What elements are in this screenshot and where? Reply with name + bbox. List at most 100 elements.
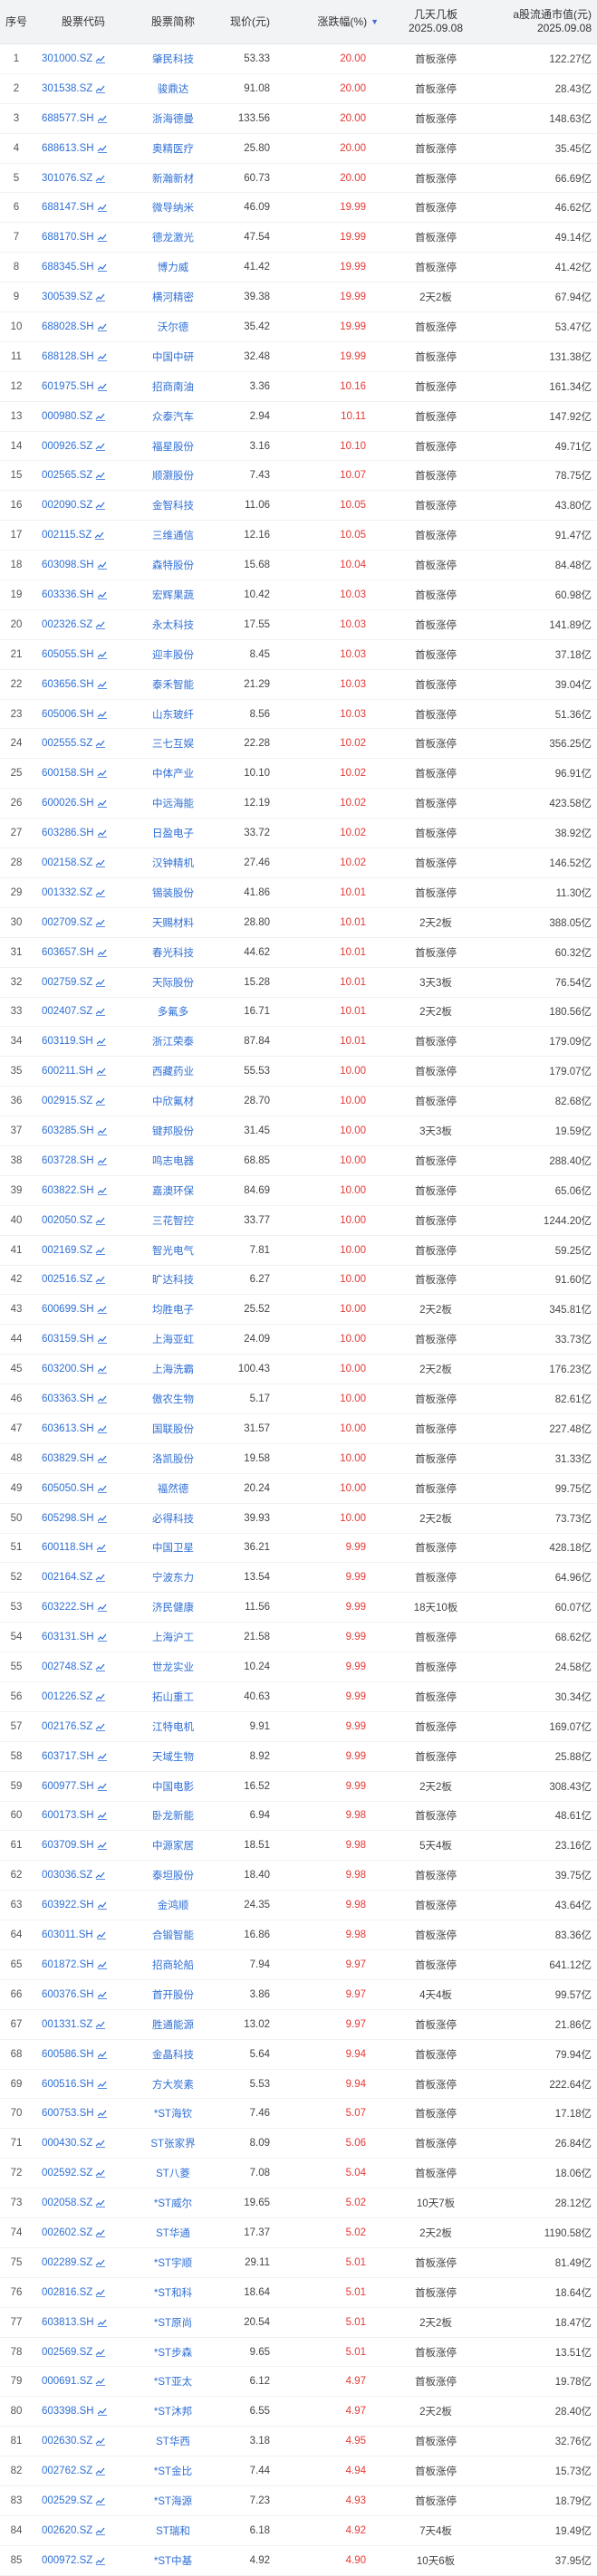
stock-code-link[interactable]: 603398.SH: [42, 2406, 94, 2417]
table-row[interactable]: 29 001332.SZ 锡装股份 41.86 10.01 首板涨停 11.30亿: [0, 878, 597, 908]
trend-chart-icon[interactable]: [97, 1514, 108, 1523]
trend-chart-icon[interactable]: [95, 1573, 106, 1583]
trend-chart-icon[interactable]: [95, 858, 106, 867]
table-row[interactable]: 81 002630.SZ ST华西 3.18 4.95 首板涨停 32.76亿: [0, 2427, 597, 2457]
stock-name-link[interactable]: 森特股份: [134, 558, 212, 572]
stock-name-link[interactable]: *ST步森: [134, 2345, 212, 2360]
stock-name-link[interactable]: *ST沐邦: [134, 2404, 212, 2418]
stock-code-cell[interactable]: 001226.SZ: [33, 1691, 134, 1702]
stock-name-link[interactable]: 顺灏股份: [134, 468, 212, 483]
table-row[interactable]: 4 688613.SH 奥精医疗 25.80 20.00 首板涨停 35.45亿: [0, 134, 597, 164]
stock-name-link[interactable]: 浙江荣泰: [134, 1034, 212, 1049]
stock-name-link[interactable]: *ST中基: [134, 2553, 212, 2568]
stock-code-link[interactable]: 603922.SH: [42, 1900, 94, 1910]
stock-name-link[interactable]: 上海沪工: [134, 1630, 212, 1644]
trend-chart-icon[interactable]: [97, 263, 108, 273]
stock-code-cell[interactable]: 002565.SZ: [33, 470, 134, 481]
trend-chart-icon[interactable]: [95, 1216, 106, 1225]
table-row[interactable]: 66 600376.SH 首开股份 3.86 9.97 4天4板 99.57亿: [0, 1980, 597, 2010]
stock-code-link[interactable]: 002915.SZ: [42, 1096, 92, 1106]
stock-code-cell[interactable]: 601872.SH: [33, 1959, 134, 1970]
stock-code-link[interactable]: 002115.SZ: [42, 530, 91, 541]
stock-code-link[interactable]: 000430.SZ: [42, 2138, 92, 2149]
stock-code-cell[interactable]: 002090.SZ: [33, 500, 134, 511]
stock-code-cell[interactable]: 603119.SH: [33, 1036, 134, 1047]
table-row[interactable]: 79 000691.SZ *ST亚太 6.12 4.97 首板涨停 19.78亿: [0, 2367, 597, 2398]
stock-name-link[interactable]: 金晶科技: [134, 2047, 212, 2062]
table-row[interactable]: 15 002565.SZ 顺灏股份 7.43 10.07 首板涨停 78.75亿: [0, 461, 597, 492]
stock-code-link[interactable]: 603709.SH: [42, 1840, 94, 1851]
table-row[interactable]: 59 600977.SH 中国电影 16.52 9.99 2天2板 308.43亿: [0, 1772, 597, 1802]
stock-code-link[interactable]: 603657.SH: [42, 947, 94, 958]
trend-chart-icon[interactable]: [95, 620, 106, 629]
stock-code-cell[interactable]: 301076.SZ: [33, 173, 134, 184]
stock-name-link[interactable]: 中源家居: [134, 1838, 212, 1853]
stock-code-cell[interactable]: 600977.SH: [33, 1781, 134, 1792]
stock-code-cell[interactable]: 002169.SZ: [33, 1245, 134, 1256]
trend-chart-icon[interactable]: [97, 590, 108, 599]
header-change[interactable]: 涨跌幅(%) ▼: [277, 0, 386, 43]
stock-code-link[interactable]: 002762.SZ: [42, 2466, 92, 2476]
stock-name-link[interactable]: 洛凯股份: [134, 1451, 212, 1466]
stock-code-cell[interactable]: 688028.SH: [33, 321, 134, 332]
stock-code-cell[interactable]: 300539.SZ: [33, 292, 134, 302]
stock-name-link[interactable]: 宁波东力: [134, 1570, 212, 1585]
trend-chart-icon[interactable]: [97, 144, 108, 153]
stock-code-cell[interactable]: 688345.SH: [33, 262, 134, 273]
stock-code-link[interactable]: 603098.SH: [42, 560, 94, 570]
trend-chart-icon[interactable]: [95, 501, 106, 511]
table-row[interactable]: 10 688028.SH 沃尔德 35.42 19.99 首板涨停 53.47亿: [0, 312, 597, 342]
table-row[interactable]: 22 603656.SH 泰禾智能 21.29 10.03 首板涨停 39.04亿: [0, 670, 597, 700]
stock-name-link[interactable]: 招商轮船: [134, 1958, 212, 1972]
table-row[interactable]: 25 600158.SH 中体产业 10.10 10.02 首板涨停 96.91亿: [0, 759, 597, 790]
header-mcap[interactable]: a股流通市值(元) 2025.09.08: [486, 0, 597, 43]
stock-code-cell[interactable]: 002816.SZ: [33, 2287, 134, 2298]
stock-code-cell[interactable]: 600516.SH: [33, 2079, 134, 2090]
stock-code-link[interactable]: 600211.SH: [42, 1066, 93, 1077]
stock-code-cell[interactable]: 000691.SZ: [33, 2376, 134, 2387]
stock-code-link[interactable]: 688170.SH: [42, 232, 94, 243]
stock-code-cell[interactable]: 000430.SZ: [33, 2138, 134, 2149]
trend-chart-icon[interactable]: [95, 918, 106, 927]
trend-chart-icon[interactable]: [96, 1543, 107, 1553]
stock-name-link[interactable]: 三七互娱: [134, 736, 212, 751]
stock-code-link[interactable]: 002748.SZ: [42, 1661, 92, 1672]
stock-name-link[interactable]: ST八菱: [134, 2166, 212, 2180]
stock-name-link[interactable]: 日盈电子: [134, 826, 212, 840]
stock-code-cell[interactable]: 002058.SZ: [33, 2198, 134, 2208]
table-row[interactable]: 50 605298.SH 必得科技 39.93 10.00 2天2板 73.73亿: [0, 1504, 597, 1534]
table-row[interactable]: 73 002058.SZ *ST威尔 19.65 5.02 10天7板 28.12亿: [0, 2188, 597, 2219]
trend-chart-icon[interactable]: [97, 560, 108, 570]
stock-code-cell[interactable]: 600026.SH: [33, 798, 134, 809]
trend-chart-icon[interactable]: [97, 1394, 108, 1403]
stock-code-cell[interactable]: 002762.SZ: [33, 2466, 134, 2476]
stock-name-link[interactable]: 泰禾智能: [134, 677, 212, 692]
trend-chart-icon[interactable]: [97, 382, 108, 391]
trend-chart-icon[interactable]: [97, 2318, 108, 2327]
stock-name-link[interactable]: 中欣氟材: [134, 1094, 212, 1108]
stock-code-cell[interactable]: 600753.SH: [33, 2108, 134, 2119]
stock-code-cell[interactable]: 603131.SH: [33, 1632, 134, 1642]
table-row[interactable]: 84 002620.SZ ST瑞和 6.18 4.92 7天4板 19.49亿: [0, 2516, 597, 2546]
trend-chart-icon[interactable]: [97, 322, 108, 331]
stock-code-cell[interactable]: 002748.SZ: [33, 1661, 134, 1672]
stock-code-link[interactable]: 002529.SZ: [42, 2495, 92, 2506]
stock-code-cell[interactable]: 002630.SZ: [33, 2436, 134, 2447]
trend-chart-icon[interactable]: [97, 1752, 108, 1761]
stock-code-link[interactable]: 002326.SZ: [42, 619, 92, 630]
trend-chart-icon[interactable]: [97, 948, 108, 957]
stock-code-link[interactable]: 600977.SH: [42, 1781, 94, 1792]
trend-chart-icon[interactable]: [95, 2139, 106, 2149]
table-row[interactable]: 48 603829.SH 洛凯股份 19.58 10.00 首板涨停 31.33亿: [0, 1444, 597, 1474]
table-row[interactable]: 61 603709.SH 中源家居 18.51 9.98 5天4板 23.16亿: [0, 1831, 597, 1862]
stock-name-link[interactable]: 卧龙新能: [134, 1808, 212, 1823]
stock-code-cell[interactable]: 605006.SH: [33, 709, 134, 720]
stock-name-link[interactable]: 春光科技: [134, 945, 212, 960]
stock-code-cell[interactable]: 603286.SH: [33, 828, 134, 838]
stock-name-link[interactable]: ST张家界: [134, 2136, 212, 2150]
stock-name-link[interactable]: 首开股份: [134, 1987, 212, 2002]
stock-code-link[interactable]: 002158.SZ: [42, 857, 92, 868]
stock-code-link[interactable]: 603813.SH: [42, 2317, 94, 2328]
table-row[interactable]: 65 601872.SH 招商轮船 7.94 9.97 首板涨停 641.12亿: [0, 1950, 597, 1980]
table-row[interactable]: 64 603011.SH 合锻智能 16.86 9.98 首板涨停 83.36亿: [0, 1920, 597, 1950]
